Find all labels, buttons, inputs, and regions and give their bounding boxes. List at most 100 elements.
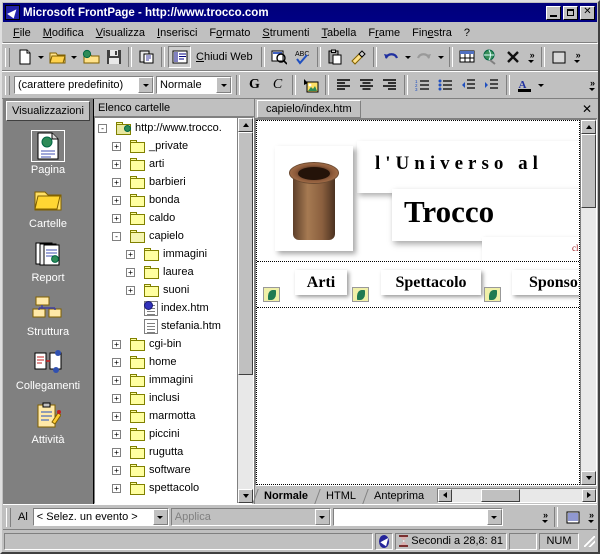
tab-anteprima[interactable]: Anteprima (365, 489, 433, 504)
chevron-down-icon[interactable] (153, 509, 168, 525)
highlight-hotspots-button[interactable] (561, 506, 584, 528)
tree-node[interactable]: +barbieri (95, 173, 237, 191)
spellcheck-button[interactable]: ABC (291, 46, 314, 68)
sidebar-item-cartelle[interactable]: Cartelle (3, 181, 93, 235)
undo-button[interactable] (380, 46, 403, 68)
decrease-indent-button[interactable] (457, 74, 480, 96)
insert-table-button[interactable] (456, 46, 479, 68)
open-web-button[interactable] (79, 46, 102, 68)
open-dropdown[interactable] (69, 46, 79, 68)
event-toolbar-overflow-button[interactable]: » (584, 506, 597, 528)
tree-node[interactable]: +home (95, 353, 237, 371)
sidebar-item-attivita[interactable]: Attività (3, 397, 93, 451)
expand-icon[interactable]: + (112, 376, 121, 385)
maximize-button[interactable] (563, 6, 578, 20)
menu-strumenti[interactable]: Strumenti (256, 25, 315, 41)
format-painter-button[interactable] (347, 46, 370, 68)
tree-node[interactable]: +arti (95, 155, 237, 173)
redo-button[interactable] (413, 46, 436, 68)
chevron-down-icon[interactable] (216, 77, 231, 93)
new-page-button[interactable] (13, 46, 36, 68)
image-icon[interactable] (299, 74, 322, 96)
toolbar-grip[interactable] (5, 48, 10, 67)
insert-hyperlink-button[interactable] (479, 46, 502, 68)
tree-node[interactable]: -capielo (95, 227, 237, 245)
numbered-list-button[interactable]: 123 (411, 74, 434, 96)
font-color-button[interactable]: A (513, 74, 536, 96)
event-toolbar-more-button[interactable]: » (538, 506, 551, 528)
new-page-dropdown[interactable] (36, 46, 46, 68)
expand-icon[interactable]: + (112, 340, 121, 349)
chevron-down-icon[interactable] (138, 77, 153, 93)
expand-icon[interactable]: + (112, 358, 121, 367)
tree-node[interactable]: +immagini (95, 371, 237, 389)
minimize-button[interactable] (546, 6, 561, 20)
tree-node[interactable]: index.htm (95, 299, 237, 317)
menu-help[interactable]: ? (458, 25, 476, 41)
nav-button-arti[interactable]: Arti (295, 270, 347, 295)
expand-icon[interactable]: + (126, 268, 135, 277)
tree-node[interactable]: +_private (95, 137, 237, 155)
toolbar-overflow-button[interactable]: » (571, 46, 584, 68)
collapse-icon[interactable]: - (112, 232, 121, 241)
stop-button[interactable] (502, 46, 525, 68)
publish-button[interactable] (135, 46, 158, 68)
resize-grip[interactable] (582, 534, 596, 548)
sidebar-item-pagina[interactable]: Pagina (3, 127, 93, 181)
menu-frame[interactable]: Frame (362, 25, 406, 41)
page-hscrollbar[interactable] (437, 488, 597, 503)
save-button[interactable] (102, 46, 125, 68)
hscroll-left-button[interactable] (438, 489, 452, 502)
tree-node[interactable]: +cgi-bin (95, 335, 237, 353)
sidebar-item-struttura[interactable]: Struttura (3, 289, 93, 343)
page-scroll-track[interactable] (581, 134, 596, 471)
paragraph-style-select[interactable]: Normale (156, 76, 232, 94)
tab-normale[interactable]: Normale (255, 489, 317, 504)
close-document-icon[interactable]: ✕ (579, 102, 595, 116)
tree-node[interactable]: +marmotta (95, 407, 237, 425)
menu-tabella[interactable]: Tabella (315, 25, 362, 41)
folder-list-button[interactable] (168, 46, 191, 68)
tree-node[interactable]: +software (95, 461, 237, 479)
tree-node[interactable]: stefania.htm (95, 317, 237, 335)
menu-file[interactable]: FFileile (7, 25, 37, 41)
redo-dropdown[interactable] (436, 46, 446, 68)
tree-node[interactable]: +rugutta (95, 443, 237, 461)
close-button[interactable] (580, 6, 595, 20)
menu-inserisci[interactable]: Inserisci (151, 25, 203, 41)
collapse-icon[interactable]: - (98, 124, 107, 133)
bulleted-list-button[interactable] (434, 74, 457, 96)
page-canvas[interactable]: l'Universo al Trocco C a cl Arti Spettac… (256, 120, 580, 485)
expand-icon[interactable]: + (112, 448, 121, 457)
increase-indent-button[interactable] (480, 74, 503, 96)
tab-html[interactable]: HTML (317, 489, 365, 504)
font-color-dropdown[interactable] (536, 74, 546, 96)
expand-icon[interactable]: + (112, 142, 121, 151)
menu-modifica[interactable]: Modifica (37, 25, 90, 41)
page-scroll-thumb[interactable] (581, 134, 596, 208)
expand-icon[interactable]: + (112, 412, 121, 421)
menu-finestra[interactable]: Finestra (406, 25, 458, 41)
expand-icon[interactable]: + (112, 196, 121, 205)
align-center-button[interactable] (355, 74, 378, 96)
tree-node[interactable]: +laurea (95, 263, 237, 281)
expand-icon[interactable]: + (112, 178, 121, 187)
close-web-button[interactable]: Chiudi Web (191, 46, 258, 68)
font-select[interactable]: (carattere predefinito) (14, 76, 154, 94)
sidebar-item-report[interactable]: Report (3, 235, 93, 289)
target-select[interactable] (333, 508, 503, 526)
nav-button-spettacolo[interactable]: Spettacolo (381, 270, 481, 295)
menu-visualizza[interactable]: Visualizza (90, 25, 151, 41)
expand-icon[interactable]: + (112, 394, 121, 403)
hscroll-right-button[interactable] (582, 489, 596, 502)
show-all-button[interactable] (548, 46, 571, 68)
italic-button[interactable]: C (266, 74, 289, 96)
preview-browser-button[interactable] (268, 46, 291, 68)
tree-node[interactable]: +caldo (95, 209, 237, 227)
chevron-down-icon[interactable] (487, 509, 502, 525)
bold-button[interactable]: G (243, 74, 266, 96)
scroll-track[interactable] (238, 132, 253, 489)
align-right-button[interactable] (378, 74, 401, 96)
paste-button[interactable] (324, 46, 347, 68)
page-scrollbar[interactable] (580, 120, 596, 485)
